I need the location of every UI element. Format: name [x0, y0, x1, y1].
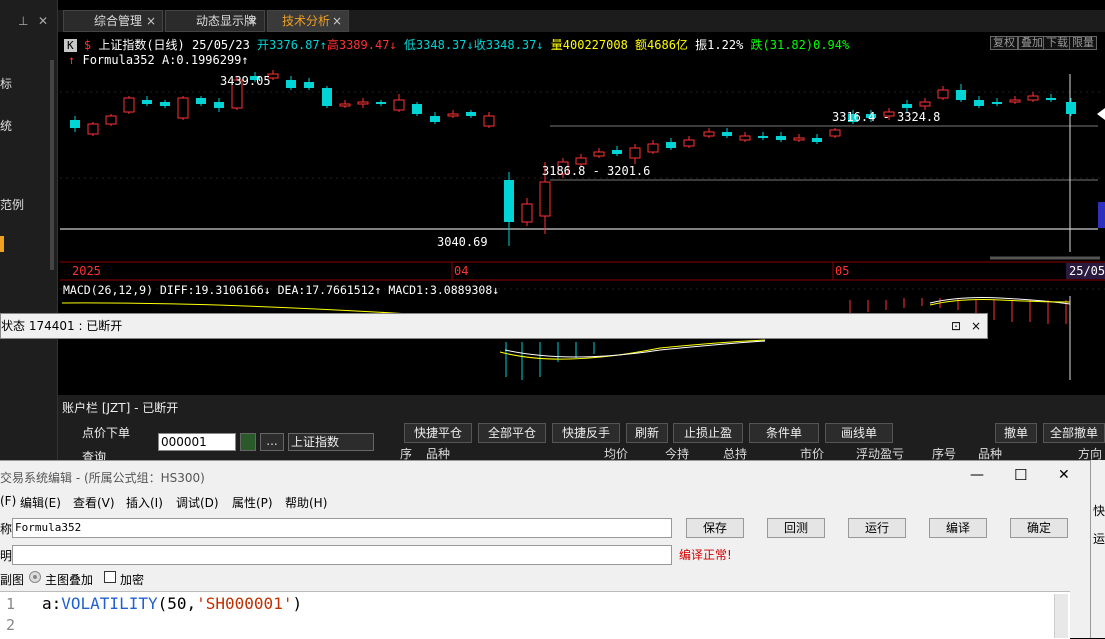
menu-file[interactable]: (F): [0, 494, 16, 508]
menu-view[interactable]: 查看(V): [73, 494, 115, 511]
description-input[interactable]: [12, 545, 672, 565]
formula-editor-window: 交易系统编辑 - (所属公式组：HS300) — ☐ ✕ (F) 编辑(E) 查…: [0, 460, 1090, 639]
order-label[interactable]: 点价下单: [82, 424, 130, 441]
left-panel: 标 统 范例 ⊥ ✕: [0, 0, 58, 460]
close-all-button[interactable]: 全部平仓: [478, 423, 546, 443]
left-panel-scrollbar[interactable]: [50, 60, 54, 270]
code-editor[interactable]: 1 2 a:VOLATILITY(50,'SH000001'): [0, 591, 1070, 639]
menu-help[interactable]: 帮助(H): [285, 494, 327, 511]
line-number: 1: [6, 595, 16, 613]
label-low: 3040.69: [437, 235, 488, 249]
tab-dynamic-board[interactable]: 动态显示牌 ×: [165, 10, 265, 32]
formula-name-input[interactable]: Formula352: [12, 518, 672, 538]
tab-technical-analysis[interactable]: 技术分析 ×: [267, 10, 349, 32]
run-button[interactable]: 运行: [848, 518, 906, 538]
window-title: 交易系统编辑 - (所属公式组：HS300): [0, 471, 205, 485]
quick-close-button[interactable]: 快捷平仓: [404, 423, 472, 443]
side-window: 快 运: [1090, 460, 1105, 638]
close-icon[interactable]: ×: [146, 11, 156, 31]
account-toolbar: 快捷平仓 全部平仓 快捷反手 刷新 止损止盈 条件单 画线单 撤单 全部撤单 序…: [398, 395, 1105, 463]
menu-debug[interactable]: 调试(D): [176, 494, 219, 511]
status-text: 状态 174401 : 已断开: [1, 319, 123, 333]
refresh-button[interactable]: 刷新: [626, 423, 668, 443]
label-range-mid: 3186.8 - 3201.6: [542, 164, 651, 178]
tab-overview[interactable]: 综合管理 ×: [63, 10, 163, 32]
code-function: VOLATILITY: [61, 594, 158, 613]
more-button[interactable]: ...: [260, 433, 284, 451]
close-icon[interactable]: ✕: [38, 14, 48, 28]
close-icon[interactable]: ✕: [1058, 467, 1070, 483]
code-close: ): [292, 594, 303, 613]
pin-icon[interactable]: ⊥: [18, 14, 28, 28]
cursor-marker: [1097, 108, 1105, 120]
cancel-all-button[interactable]: 全部撤单: [1043, 423, 1105, 443]
quick-reverse-button[interactable]: 快捷反手: [552, 423, 620, 443]
code-scrollbar[interactable]: [1054, 594, 1068, 638]
close-icon[interactable]: ×: [248, 11, 258, 31]
account-panel: 账户栏 [JZT] - 已断开 点价下单 查询 000001 ... 上证指数 …: [58, 395, 1105, 464]
time-label-cursor: 25/05: [1069, 264, 1105, 278]
account-title: 账户栏 [JZT] - 已断开: [62, 401, 179, 415]
pin-icon[interactable]: ⊡: [951, 314, 961, 338]
time-label: 05: [835, 264, 850, 278]
left-panel-marker: [0, 236, 4, 252]
tab-bar: 综合管理 × 动态显示牌 × 技术分析 ×: [58, 10, 1105, 32]
label-range-high: 3316.4 - 3324.8: [832, 110, 941, 124]
compile-button[interactable]: 编译: [929, 518, 987, 538]
option-encrypt[interactable]: 加密: [120, 571, 144, 588]
option-main-overlay[interactable]: 主图叠加: [45, 571, 93, 588]
conditional-order-button[interactable]: 条件单: [749, 423, 819, 443]
instrument-name-field: 上证指数: [288, 433, 374, 451]
backtest-button[interactable]: 回测: [767, 518, 825, 538]
checkbox-icon[interactable]: [104, 571, 116, 583]
maximize-icon[interactable]: ☐: [1014, 466, 1027, 484]
save-button[interactable]: 保存: [686, 518, 744, 538]
code-var: a:: [42, 594, 62, 613]
time-label: 04: [454, 264, 469, 278]
confirm-button[interactable]: 确定: [1010, 518, 1068, 538]
status-popup: 状态 174401 : 已断开 ⊡ ×: [0, 313, 988, 339]
line-number: 2: [6, 616, 16, 634]
left-panel-controls: ⊥ ✕: [0, 14, 58, 30]
stop-loss-button[interactable]: 止损止盈: [673, 423, 743, 443]
candles: [70, 70, 1076, 246]
tab-label: 技术分析: [282, 14, 331, 28]
code-input[interactable]: 000001: [158, 433, 236, 451]
option-sub-chart[interactable]: 副图: [0, 571, 24, 588]
left-panel-item[interactable]: 标: [0, 75, 12, 92]
lock-icon[interactable]: [240, 433, 256, 451]
close-icon[interactable]: ×: [971, 314, 981, 338]
menu-edit[interactable]: 编辑(E): [20, 494, 61, 511]
menu-insert[interactable]: 插入(I): [126, 494, 163, 511]
compile-status: 编译正常!: [679, 548, 732, 562]
macd-line: MACD(26,12,9) DIFF:19.3106166↓ DEA:17.76…: [63, 283, 500, 297]
code-line: a:VOLATILITY(50,'SH000001'): [42, 594, 302, 613]
left-panel-item[interactable]: 范例: [0, 196, 24, 213]
tab-label: 综合管理: [94, 14, 143, 28]
radio-dot-icon: [33, 575, 37, 579]
line-order-button[interactable]: 画线单: [825, 423, 893, 443]
side-label: 快: [1093, 504, 1105, 518]
side-label: 运: [1093, 532, 1105, 546]
code-args: (50,: [157, 594, 197, 613]
price-marker: [1098, 202, 1105, 228]
close-icon[interactable]: ×: [332, 11, 342, 31]
minimize-icon[interactable]: —: [970, 467, 984, 483]
left-panel-item[interactable]: 统: [0, 117, 12, 134]
cancel-order-button[interactable]: 撤单: [995, 423, 1037, 443]
time-label: 2025: [72, 264, 101, 278]
label-high: 3439.05: [220, 74, 271, 88]
menu-properties[interactable]: 属性(P): [232, 494, 273, 511]
code-string: 'SH000001': [196, 594, 293, 613]
macd-histogram: [505, 298, 1067, 380]
